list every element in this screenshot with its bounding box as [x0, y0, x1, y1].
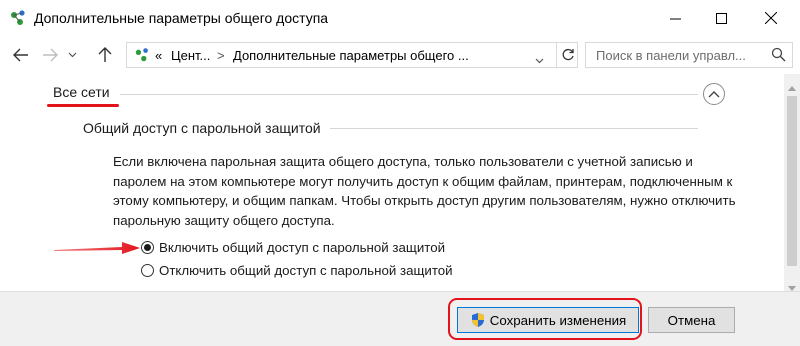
- cancel-label: Отмена: [667, 312, 716, 328]
- forward-arrow-icon: [43, 48, 58, 62]
- navigation-bar: « Цент... > Дополнительные параметры общ…: [0, 36, 800, 74]
- vertical-scrollbar[interactable]: [784, 74, 800, 291]
- forward-button[interactable]: [39, 44, 61, 66]
- address-dropdown-icon[interactable]: [535, 52, 544, 67]
- uac-shield-icon: [470, 312, 486, 328]
- breadcrumb-separator: >: [217, 48, 225, 63]
- settings-panel: Все сети Общий доступ с парольной защито…: [0, 74, 784, 291]
- annotation-underline: [47, 104, 119, 107]
- annotation-arrow: [54, 242, 140, 254]
- back-arrow-icon: [13, 48, 28, 62]
- close-button[interactable]: [748, 0, 794, 36]
- recent-locations-button[interactable]: [64, 44, 80, 66]
- option-disable-password-sharing[interactable]: Отключить общий доступ с парольной защит…: [141, 263, 453, 278]
- option-label: Отключить общий доступ с парольной защит…: [159, 263, 453, 278]
- up-arrow-icon: [98, 47, 112, 62]
- section-title-all-networks: Все сети: [53, 84, 110, 100]
- subsection-title: Общий доступ с парольной защитой: [83, 120, 321, 136]
- scroll-up-icon[interactable]: [788, 79, 796, 94]
- breadcrumb-control-panel[interactable]: Цент...: [171, 48, 210, 63]
- radio-enable[interactable]: [141, 241, 154, 254]
- chevron-down-icon: [68, 52, 76, 58]
- window-title: Дополнительные параметры общего доступа: [34, 10, 329, 26]
- cancel-button[interactable]: Отмена: [648, 307, 735, 333]
- address-bar[interactable]: « Цент... > Дополнительные параметры общ…: [126, 42, 578, 68]
- search-icon: [771, 47, 786, 65]
- network-sharing-icon: [8, 9, 28, 30]
- breadcrumb-current[interactable]: Дополнительные параметры общего ...: [233, 48, 469, 63]
- option-enable-password-sharing[interactable]: Включить общий доступ с парольной защито…: [141, 240, 445, 255]
- network-sharing-icon: [133, 47, 151, 66]
- maximize-button[interactable]: [698, 0, 744, 36]
- option-label: Включить общий доступ с парольной защито…: [159, 240, 446, 255]
- section-divider: [120, 94, 698, 95]
- back-button[interactable]: [10, 44, 32, 66]
- search-box[interactable]: Поиск в панели управл...: [585, 42, 793, 68]
- refresh-icon: [562, 48, 574, 61]
- chevron-up-icon: [708, 91, 720, 98]
- footer-bar: Сохранить изменения Отмена: [0, 291, 800, 346]
- collapse-section-button[interactable]: [703, 83, 725, 105]
- address-overflow[interactable]: «: [155, 48, 162, 63]
- refresh-button[interactable]: [556, 42, 578, 68]
- minimize-button[interactable]: [652, 0, 698, 36]
- scrollbar-thumb[interactable]: [787, 96, 797, 266]
- subsection-divider: [330, 128, 698, 129]
- title-bar: Дополнительные параметры общего доступа: [0, 0, 800, 36]
- password-sharing-description: Если включена парольная защита общего до…: [113, 154, 736, 228]
- up-button[interactable]: [94, 44, 116, 66]
- search-placeholder: Поиск в панели управл...: [596, 48, 746, 63]
- radio-disable[interactable]: [141, 264, 154, 277]
- save-changes-button[interactable]: Сохранить изменения: [457, 307, 639, 333]
- save-label: Сохранить изменения: [489, 312, 627, 328]
